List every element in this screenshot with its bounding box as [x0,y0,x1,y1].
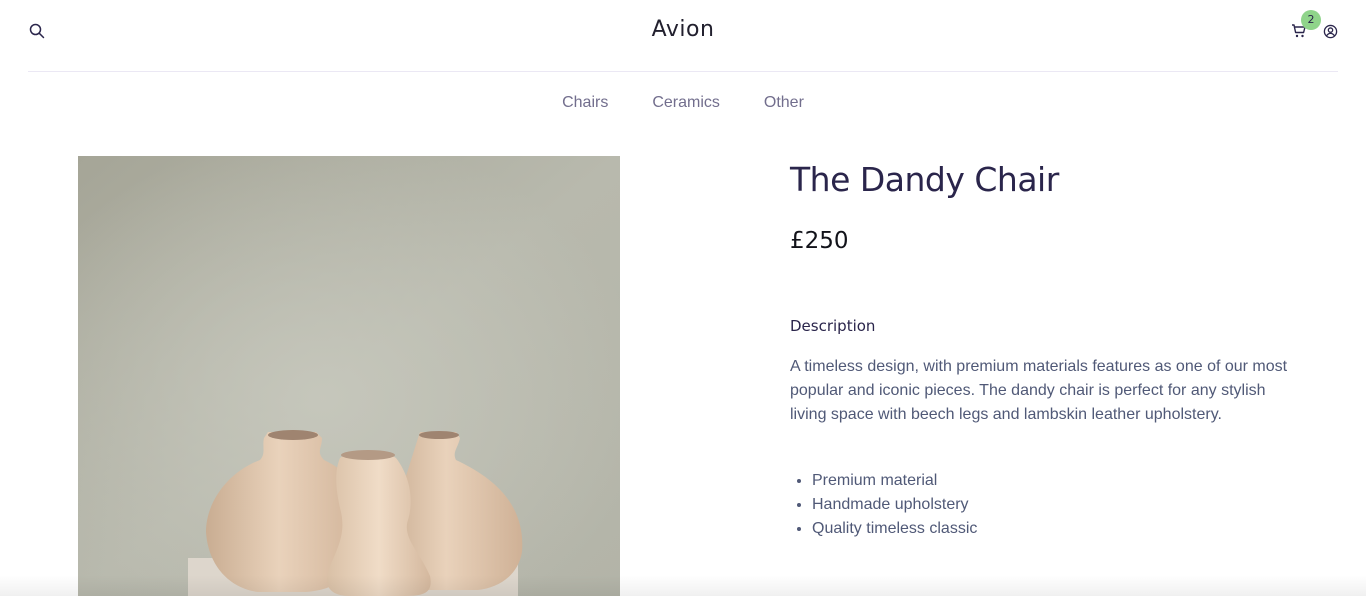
feature-item: Handmade upholstery [812,493,977,517]
user-icon[interactable] [1321,22,1339,40]
product-price: £250 [790,228,849,254]
nav-item-ceramics[interactable]: Ceramics [652,94,720,112]
product-details: The Dandy Chair £250 Description A timel… [790,160,1300,537]
product-title: The Dandy Chair [790,160,1059,199]
nav-item-other[interactable]: Other [764,94,804,112]
nav-item-chairs[interactable]: Chairs [562,94,608,112]
category-nav: Chairs Ceramics Other [0,94,1366,112]
feature-list: Premium material Handmade upholstery Qua… [790,469,977,541]
cart-count-badge: 2 [1301,10,1321,30]
feature-item: Premium material [812,469,977,493]
product-image [78,156,620,596]
description-heading: Description [790,317,876,335]
description-text: A timeless design, with premium material… [790,358,1288,423]
feature-item: Quality timeless classic [812,517,977,541]
site-header: Avion 2 [28,0,1338,72]
site-logo[interactable]: Avion [28,17,1338,42]
